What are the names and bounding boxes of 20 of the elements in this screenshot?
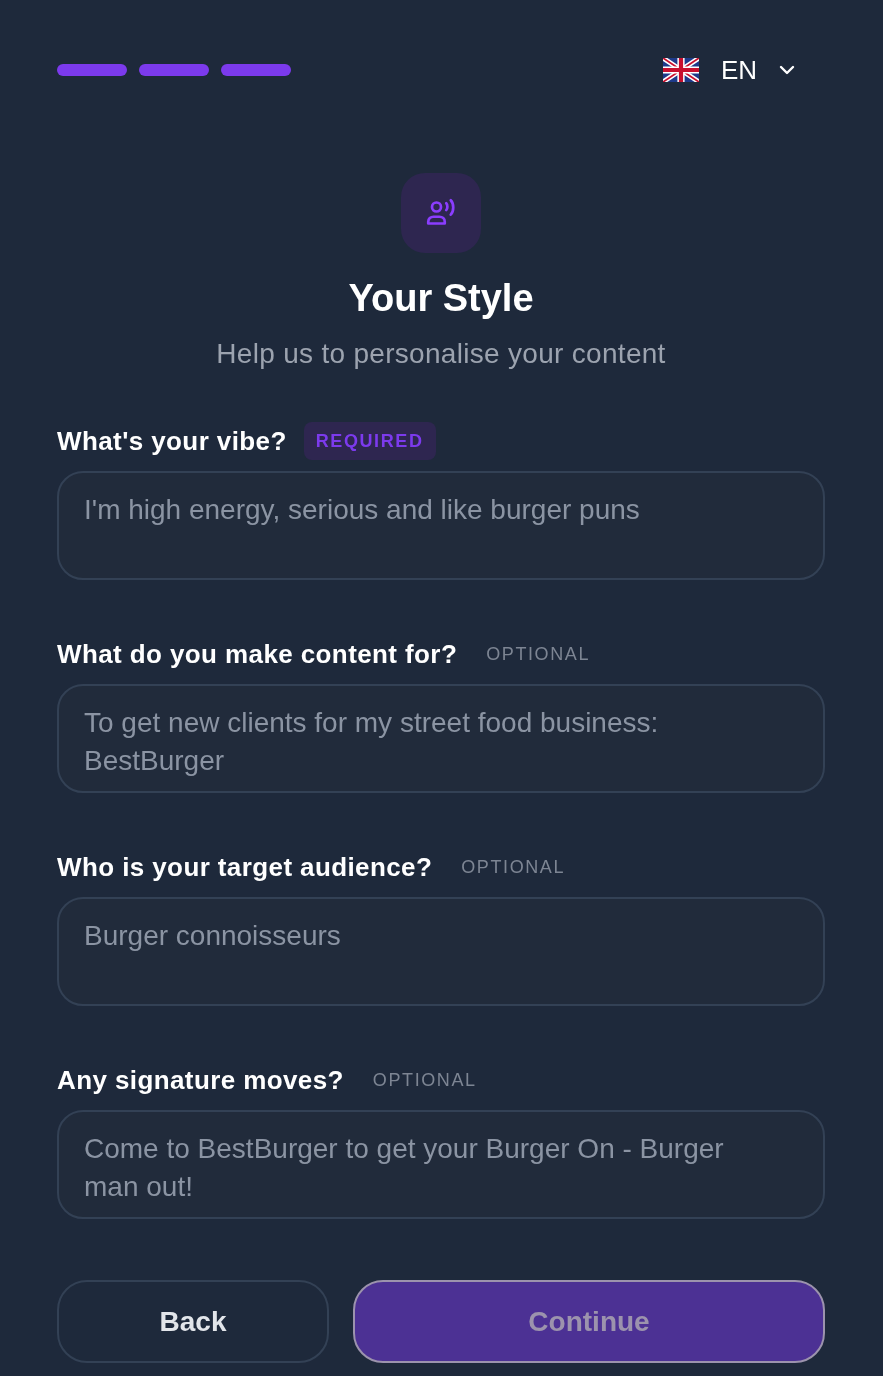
page-title: Your Style (347, 276, 535, 320)
page-subtitle: Help us to personalise your content (215, 339, 667, 369)
required-badge: REQUIRED (303, 422, 436, 460)
chevron-down-icon (779, 65, 795, 75)
field-label: What's your vibe? (57, 424, 287, 458)
text-field[interactable]: Come to BestBurger to get your Burger On - Burger man out! (57, 1110, 825, 1219)
text-field[interactable]: I'm high energy, serious and like burger puns (57, 471, 825, 580)
back-button[interactable]: Back (57, 1280, 329, 1363)
text-field[interactable]: To get new clients for my street food business: BestBurger (57, 684, 825, 793)
field-label: Any signature moves? (57, 1063, 344, 1097)
flag-icon (662, 58, 699, 82)
optional-label: OPTIONAL (371, 1069, 478, 1092)
field-label: What do you make content for? (57, 637, 458, 671)
language-code: EN (720, 58, 757, 82)
person-voice-icon (401, 173, 481, 253)
language-select[interactable]: EN (662, 58, 795, 82)
text-field[interactable]: Burger connoisseurs (57, 897, 825, 1006)
optional-label: OPTIONAL (485, 643, 591, 666)
field-label: Who is your target audience? (57, 850, 433, 884)
optional-label: OPTIONAL (460, 856, 567, 879)
